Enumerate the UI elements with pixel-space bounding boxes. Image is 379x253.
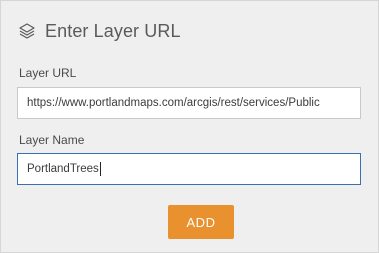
layer-name-input[interactable]: PortlandTrees: [17, 153, 361, 185]
panel-header: Enter Layer URL: [18, 19, 181, 43]
layer-url-input[interactable]: https://www.portlandmaps.com/arcgis/rest…: [17, 87, 361, 119]
panel-title: Enter Layer URL: [45, 20, 181, 41]
layer-name-value: PortlandTrees: [27, 163, 99, 175]
enter-layer-url-panel: Enter Layer URL Layer URL https://www.po…: [0, 0, 379, 253]
text-cursor: [99, 162, 101, 176]
layer-url-value: https://www.portlandmaps.com/arcgis/rest…: [27, 97, 320, 109]
layer-name-label: Layer Name: [19, 133, 85, 147]
add-button[interactable]: ADD: [168, 205, 234, 239]
layer-url-label: Layer URL: [19, 66, 77, 80]
layers-icon: [18, 22, 36, 40]
